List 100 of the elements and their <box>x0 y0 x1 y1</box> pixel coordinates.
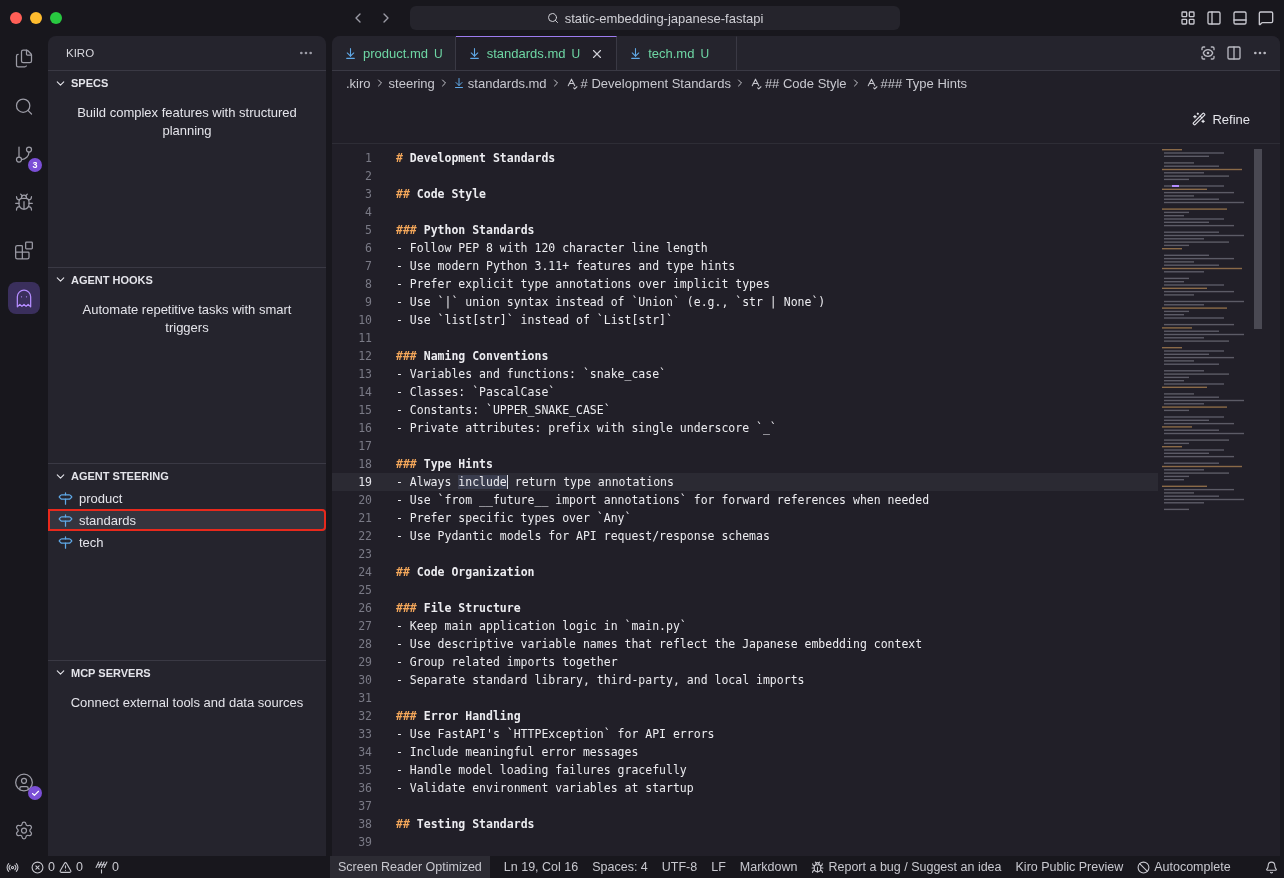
line-number: 27 <box>357 619 372 633</box>
line-number: 28 <box>357 637 372 651</box>
line-number: 31 <box>357 691 372 705</box>
code-line: - Handle model loading failures gracefully <box>396 763 687 777</box>
markdown-icon <box>344 47 357 60</box>
status-item[interactable]: Screen Reader Optimized <box>330 856 490 878</box>
status-item[interactable]: Spaces: 4 <box>592 856 648 878</box>
code-line: - Classes: `PascalCase` <box>396 385 556 399</box>
code-line: - Separate standard library, third-party, and local imports <box>396 673 805 687</box>
panel-toggle-icon[interactable] <box>1232 10 1248 26</box>
line-number: 25 <box>357 583 372 597</box>
count-badge: 3 <box>28 158 42 172</box>
search-icon <box>14 95 34 117</box>
line-number: 4 <box>364 205 372 219</box>
section-description: Connect external tools and data sources <box>69 693 305 712</box>
status-item[interactable]: Kiro Public Preview <box>1015 856 1124 878</box>
refine-button[interactable]: Refine <box>1186 110 1256 128</box>
signpost-icon <box>58 534 73 550</box>
split-editor-icon[interactable] <box>1226 45 1242 61</box>
line-number: 12 <box>357 349 372 363</box>
line-number: 35 <box>357 763 372 777</box>
section-description: Build complex features with structured planning <box>76 104 298 140</box>
line-number: 20 <box>357 493 372 507</box>
line-number: 8 <box>364 277 372 291</box>
document-list-item[interactable]: tech <box>48 531 326 553</box>
code-line: - Constants: `UPPER_SNAKE_CASE` <box>396 403 611 417</box>
line-number: 26 <box>357 601 372 615</box>
editor-tab[interactable]: tech.md U <box>617 36 738 70</box>
line-number: 10 <box>357 313 372 327</box>
document-list-item[interactable]: product <box>48 487 326 509</box>
line-number: 9 <box>364 295 372 309</box>
breadcrumb-item[interactable]: ## Code Style <box>764 75 847 91</box>
breadcrumb-item[interactable]: standards.md <box>467 75 547 91</box>
zoom-window-button[interactable] <box>50 12 62 24</box>
breadcrumb-item[interactable]: ### Type Hints <box>880 75 968 91</box>
bell-icon <box>1265 860 1278 874</box>
kiro-button[interactable] <box>8 282 40 314</box>
code-line: ### Error Handling <box>396 709 521 723</box>
section-header[interactable]: SPECS <box>48 72 115 94</box>
code-line: - Use `|` union syntax instead of `Union` (e.g., `str | None`) <box>396 295 826 309</box>
line-number: 15 <box>357 403 372 417</box>
bug-icon <box>811 860 825 874</box>
code-line: - Use modern Python 3.11+ features and type hints <box>396 259 736 273</box>
command-search-field[interactable]: static-embedding-japanese-fastapi <box>410 6 900 30</box>
minimize-window-button[interactable] <box>30 12 42 24</box>
line-number: 22 <box>357 529 372 543</box>
code-line: - Use `from __future__ import annotations` for forward references when needed <box>396 493 930 507</box>
editor-tab[interactable]: standards.md U <box>455 36 618 70</box>
broadcast-icon <box>6 860 19 874</box>
antenna-icon <box>94 860 108 874</box>
layout-icon[interactable] <box>1180 10 1196 26</box>
line-number: 3 <box>364 187 372 201</box>
warning-count: 0 <box>75 860 83 874</box>
code-line: - Keep main application logic in `main.py` <box>396 619 687 633</box>
ports-status[interactable]: 0 <box>94 856 119 878</box>
section-header[interactable]: MCP SERVERS <box>48 661 157 684</box>
code-line: ### Naming Conventions <box>396 349 549 363</box>
status-item[interactable]: Autocomplete <box>1137 856 1231 878</box>
status-item[interactable]: LF <box>711 856 726 878</box>
breadcrumb-item[interactable]: # Development Standards <box>580 75 731 91</box>
breadcrumb-item[interactable]: steering <box>388 75 435 91</box>
markdown-icon <box>467 47 481 60</box>
code-line: - Prefer specific types over `Any` <box>396 511 632 525</box>
warning-icon <box>58 860 72 874</box>
chat-icon[interactable] <box>1258 10 1274 26</box>
line-number: 38 <box>357 817 372 831</box>
code-line: ### Python Standards <box>396 223 535 237</box>
code-line: - Use FastAPI's `HTTPException` for API errors <box>396 727 715 741</box>
files-icon <box>14 47 34 69</box>
error-icon <box>31 860 44 874</box>
status-item[interactable]: UTF-8 <box>661 856 698 878</box>
section-header[interactable]: AGENT HOOKS <box>48 268 159 291</box>
line-number: 1 <box>364 151 372 165</box>
close-window-button[interactable] <box>10 12 22 24</box>
line-number: 17 <box>357 439 372 453</box>
sidebar-toggle-icon[interactable] <box>1206 10 1222 26</box>
source-control-button[interactable]: 3 <box>8 138 40 170</box>
preview-icon[interactable] <box>1200 45 1216 61</box>
breadcrumb-item[interactable]: .kiro <box>346 75 371 91</box>
line-number: 24 <box>357 565 372 579</box>
broadcast-button[interactable] <box>6 860 19 874</box>
notifications-button[interactable] <box>1265 860 1278 874</box>
line-number: 11 <box>357 331 372 345</box>
document-list-item[interactable]: standards <box>48 509 326 531</box>
line-number: 2 <box>364 169 372 183</box>
search-icon <box>546 12 559 24</box>
status-item[interactable]: Markdown <box>739 856 798 878</box>
status-item[interactable]: Ln 19, Col 16 <box>503 856 579 878</box>
status-item[interactable]: Report a bug / Suggest an idea <box>811 856 1002 878</box>
window-title: static-embedding-japanese-fastapi <box>564 10 764 26</box>
section-header[interactable]: AGENT STEERING <box>48 465 175 487</box>
problems-status[interactable]: 0 0 <box>31 856 83 878</box>
editor-tab[interactable]: product.md U <box>332 36 456 70</box>
code-line: - Include meaningful error messages <box>396 745 639 759</box>
code-line: ## Testing Standards <box>396 817 535 831</box>
signpost-icon <box>58 490 73 506</box>
code-line: ## Code Organization <box>396 565 535 579</box>
line-number: 32 <box>357 709 372 723</box>
section-description: Automate repetitive tasks with smart triggers <box>81 300 293 337</box>
line-number: 29 <box>357 655 372 669</box>
